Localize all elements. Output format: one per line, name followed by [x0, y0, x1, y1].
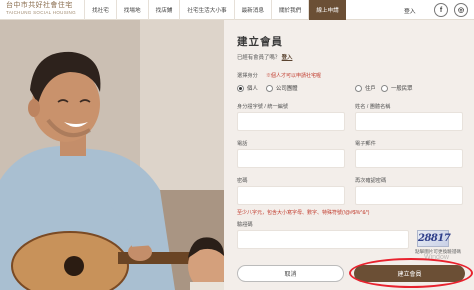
- identity-label: 選擇身分: [237, 73, 258, 79]
- identity-hint: ※個人才可以申請社宅喔: [266, 72, 321, 79]
- phone-label: 電話: [237, 141, 248, 147]
- has-account-text: 已經有會員了嗎？ 登入: [237, 53, 292, 61]
- logo-subtitle: TAICHUNG SOCIAL HOUSING: [6, 10, 76, 15]
- hero-photo: [0, 20, 224, 290]
- facebook-icon[interactable]: f: [434, 3, 448, 17]
- main-nav: 找社宅 找場地 找店鋪 社宅生活大小事 最新消息 關於我們 線上申請: [84, 0, 346, 20]
- instagram-icon[interactable]: ◎: [454, 3, 468, 17]
- email-label: 電子郵件: [355, 141, 376, 147]
- form-title: 建立會員: [237, 36, 283, 48]
- radio-public[interactable]: 一般民眾: [381, 84, 413, 92]
- password-input[interactable]: [237, 186, 345, 205]
- name-input[interactable]: [355, 112, 463, 131]
- confirm-password-input[interactable]: [355, 186, 463, 205]
- captcha-image[interactable]: 28817: [417, 230, 451, 247]
- captcha-input[interactable]: [237, 230, 409, 249]
- nav-about[interactable]: 關於我們: [270, 0, 308, 20]
- radio-individual[interactable]: 個人: [237, 84, 258, 92]
- has-account-label: 已經有會員了嗎？: [237, 55, 281, 61]
- nav-online-apply[interactable]: 線上申請: [308, 0, 346, 20]
- highlight-circle: [349, 258, 473, 288]
- captcha-label: 驗證碼: [237, 222, 253, 228]
- password-rule: 至少八字元，包含大小寫字母、數字、特殊符號(!@#$%^&*): [237, 210, 370, 216]
- top-nav-bar: 台中市共好社會住宅 TAICHUNG SOCIAL HOUSING 找社宅 找場地…: [0, 0, 474, 20]
- password-label: 密碼: [237, 178, 248, 184]
- login-link[interactable]: 登入: [404, 0, 416, 20]
- nav-find-shop[interactable]: 找店鋪: [147, 0, 180, 20]
- radio-individual-label: 個人: [247, 86, 258, 92]
- identity-hint-text: 個人才可以申請社宅喔: [271, 73, 322, 79]
- nav-news[interactable]: 最新消息: [233, 0, 271, 20]
- login-link-inline[interactable]: 登入: [282, 55, 293, 61]
- radio-dot-checked[interactable]: [237, 84, 244, 92]
- nav-housing-life[interactable]: 社宅生活大小事: [179, 0, 233, 20]
- id-number-input[interactable]: [237, 112, 345, 131]
- phone-input[interactable]: [237, 149, 345, 168]
- nav-find-housing[interactable]: 找社宅: [84, 0, 116, 20]
- radio-public-label: 一般民眾: [391, 86, 413, 92]
- radio-resident[interactable]: 住戶: [355, 84, 376, 92]
- father-child-guitar-illustration: [0, 20, 224, 290]
- register-form-panel: 建立會員 已經有會員了嗎？ 登入 選擇身分 ※個人才可以申請社宅喔 個人 公司團…: [224, 20, 474, 290]
- id-number-label: 身分證字號 / 統一編號: [237, 104, 289, 110]
- logo-title: 台中市共好社會住宅: [6, 2, 73, 9]
- confirm-password-label: 再次確認密碼: [355, 178, 387, 184]
- radio-dot[interactable]: [355, 84, 362, 92]
- cancel-button[interactable]: 取消: [237, 265, 344, 282]
- name-label: 姓名 / 團體名稱: [355, 104, 391, 110]
- radio-company[interactable]: 公司團體: [266, 84, 298, 92]
- email-input[interactable]: [355, 149, 463, 168]
- radio-resident-label: 住戶: [365, 86, 376, 92]
- radio-dot[interactable]: [381, 84, 388, 92]
- radio-company-label: 公司團體: [276, 86, 298, 92]
- nav-find-venue[interactable]: 找場地: [115, 0, 148, 20]
- site-logo[interactable]: 台中市共好社會住宅 TAICHUNG SOCIAL HOUSING: [6, 2, 82, 18]
- radio-dot[interactable]: [266, 84, 273, 92]
